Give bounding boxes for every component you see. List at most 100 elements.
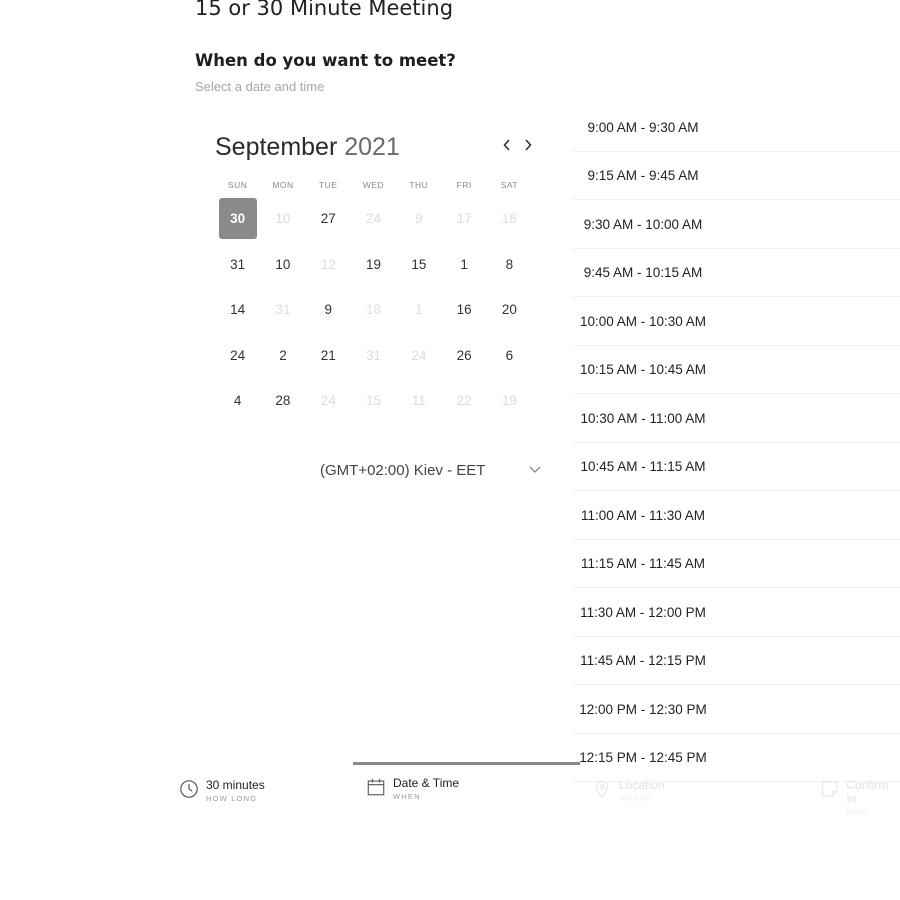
scheduler-page: 15 or 30 Minute Meeting When do you want… [0,0,900,900]
calendar-day: 10 [260,196,305,242]
clock-icon [180,780,198,798]
time-slot[interactable]: 9:45 AM - 10:15 AM [572,250,900,297]
time-slot[interactable]: 10:00 AM - 10:30 AM [572,298,900,346]
weekday-header: MON [272,180,294,190]
time-slot[interactable]: 10:15 AM - 10:45 AM [572,347,900,394]
time-slot-label: 9:45 AM - 10:15 AM [583,265,703,281]
weekday-header: TUE [318,180,338,190]
calendar-day[interactable]: 31 [215,242,260,288]
calendar-day: 18 [351,287,396,333]
calendar-day-number: 15 [366,393,382,409]
step-sublabel: WHERE [619,794,653,803]
calendar-day[interactable]: 19 [351,242,396,288]
calendar-day[interactable]: 27 [306,196,351,242]
calendar-day-number: 4 [233,393,242,409]
calendar-day[interactable]: 21 [306,333,351,379]
calendar-day-number: 2 [279,347,287,363]
calendar-day-number: 24 [320,393,336,409]
step-sublabel: WHO [846,808,869,817]
calendar-day-number: 9 [324,302,332,318]
progress-steps: 30 minutes HOW LONG Date & Time WHEN Loc… [0,762,900,822]
calendar-day-number: 12 [320,256,336,272]
time-slot-label: 11:00 AM - 11:30 AM [580,507,706,523]
time-slot[interactable]: 11:15 AM - 11:45 AM [572,541,900,588]
calendar-day-number: 26 [456,347,472,363]
calendar-day-number: 31 [366,347,382,363]
calendar-day-number: 19 [501,393,517,409]
step-sublabel: HOW LONG [206,794,258,803]
time-slot-label: 10:15 AM - 10:45 AM [579,362,707,378]
time-slot-label: 9:00 AM - 9:30 AM [587,119,699,135]
calendar-day-number: 24 [411,347,427,363]
chevron-right-icon [525,139,532,151]
time-slot[interactable]: 9:30 AM - 10:00 AM [572,201,900,249]
calendar-day-number: 30 [218,198,257,240]
calendar-day-number: 28 [275,393,291,409]
calendar-day-number: 14 [230,302,246,318]
calendar-day[interactable]: 2 [260,333,305,379]
calendar-month: September [215,133,338,161]
step-label: 30 minutes [206,778,265,792]
weekday-header: WED [362,180,385,190]
step-where[interactable]: Location WHERE [592,778,664,806]
time-slot-label: 10:00 AM - 10:30 AM [579,313,707,329]
step-sublabel: WHEN [393,792,421,801]
step-label: Date & Time [393,776,460,790]
calendar-day: 12 [306,242,351,288]
time-slot-label: 12:00 PM - 12:30 PM [579,701,707,717]
active-step-indicator [353,762,580,765]
time-slot[interactable]: 9:00 AM - 9:30 AM [572,104,900,152]
calendar-day-selected[interactable]: 30 [215,196,260,242]
calendar-month-label: September 2021 [215,133,400,162]
calendar-day-number: 10 [275,211,291,227]
time-slot[interactable]: 11:00 AM - 11:30 AM [572,492,900,540]
calendar-icon [367,778,385,796]
time-slot-label: 9:15 AM - 9:45 AM [587,168,699,184]
time-slot-label: 11:45 AM - 12:15 PM [580,653,706,669]
calendar-year: 2021 [344,133,400,161]
next-month-button[interactable] [520,137,536,157]
time-slot[interactable]: 10:30 AM - 11:00 AM [572,395,900,443]
calendar-day[interactable]: 28 [260,378,305,424]
meeting-title: 15 or 30 Minute Meeting [195,0,454,20]
calendar-day[interactable]: 24 [215,333,260,379]
calendar-day-number: 27 [320,211,336,227]
time-slot[interactable]: 9:15 AM - 9:45 AM [572,153,900,200]
calendar-day-number: 18 [366,302,382,318]
calendar-day[interactable]: 14 [215,287,260,333]
calendar-day-number: 24 [366,211,382,227]
time-slot[interactable]: 10:45 AM - 11:15 AM [572,444,900,491]
time-slot-label: 11:15 AM - 11:45 AM [580,556,706,572]
calendar-day-number: 1 [415,302,423,318]
calendar-day[interactable]: 10 [260,242,305,288]
calendar-day-number: 10 [275,256,291,272]
calendar-day: 31 [351,333,396,379]
calendar-day-number: 11 [411,393,426,409]
time-slot[interactable]: 11:45 AM - 12:15 PM [572,638,900,685]
calendar-day-number: 31 [275,302,291,318]
calendar-day: 24 [306,378,351,424]
step-label: Confirm In [846,778,889,806]
calendar-day-number: 19 [366,256,382,272]
calendar-day[interactable]: 4 [215,378,260,424]
time-slot-label: 11:30 AM - 12:00 PM [580,604,706,620]
calendar-day-number: 24 [230,347,246,363]
calendar-day-number: 6 [505,347,514,363]
calendar-day: 31 [260,287,305,333]
calendar-day: 24 [351,196,396,242]
step-how-long[interactable]: 30 minutes HOW LONG [179,778,265,806]
time-slot-label: 10:45 AM - 11:15 AM [580,459,706,475]
time-slot-label: 9:30 AM - 10:00 AM [583,216,703,232]
section-heading: When do you want to meet? [195,51,456,70]
step-when[interactable]: Date & Time WHEN [366,776,459,804]
section-subheading: Select a date and time [195,79,325,94]
calendar-day-number: 21 [320,347,336,363]
calendar-day-number: 9 [415,211,423,227]
step-label: Location [619,778,665,792]
calendar-day[interactable]: 9 [306,287,351,333]
time-slot[interactable]: 11:30 AM - 12:00 PM [572,589,900,637]
step-who[interactable]: Confirm In WHO [820,778,900,820]
calendar-day: 15 [351,378,396,424]
prev-month-button[interactable] [499,137,515,157]
time-slot[interactable]: 12:00 PM - 12:30 PM [572,686,900,734]
